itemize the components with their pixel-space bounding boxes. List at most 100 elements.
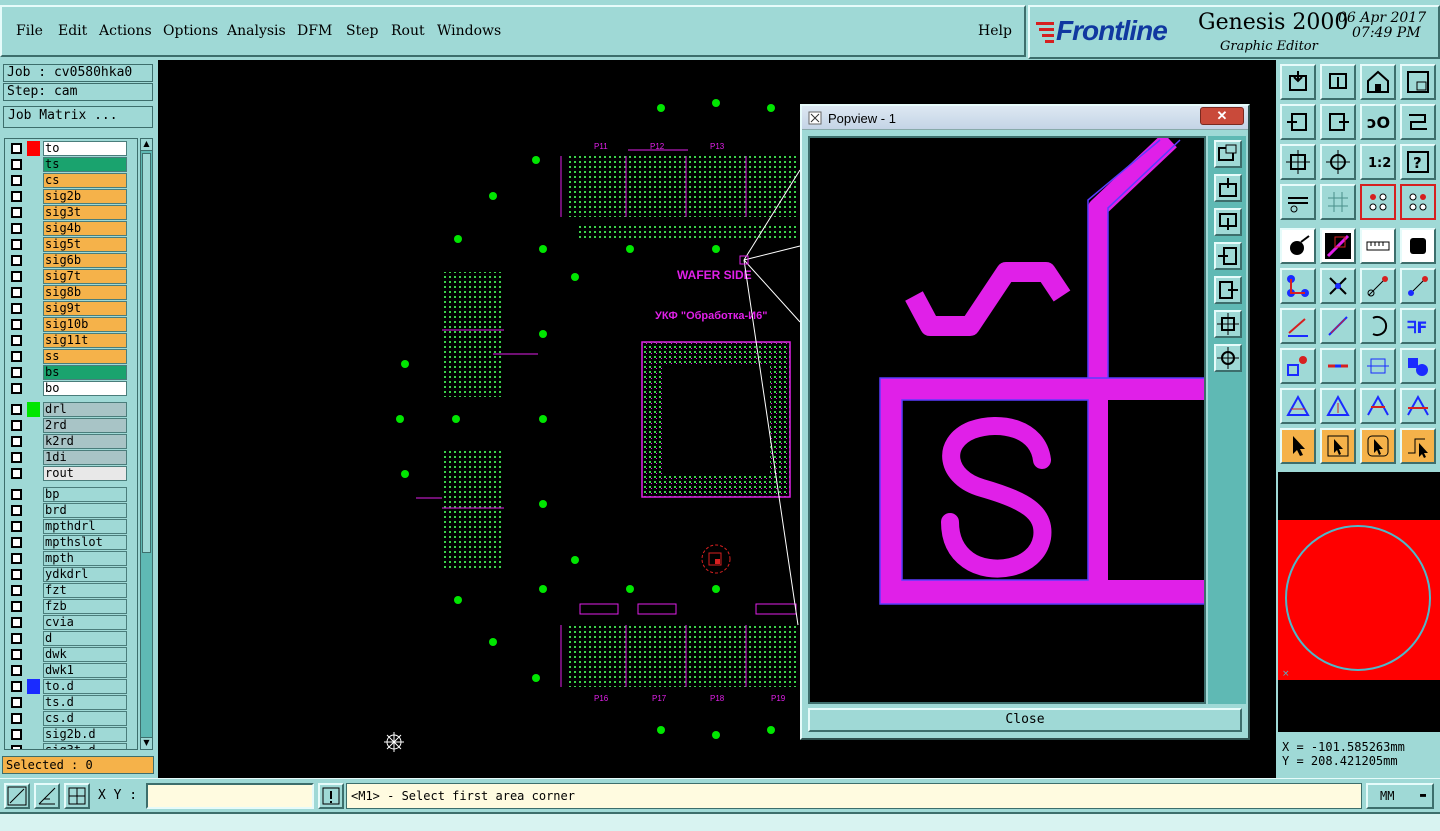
measure-ruler-icon[interactable] — [1360, 228, 1396, 264]
layer-name[interactable]: cs.d — [43, 711, 127, 726]
menu-analysis[interactable]: Analysis — [227, 23, 286, 39]
layer-name[interactable]: sig9t — [43, 301, 127, 316]
layer-row[interactable]: sig3t.d — [7, 743, 127, 749]
pointer-round-icon[interactable] — [1360, 428, 1396, 464]
layer-row[interactable]: d — [7, 631, 127, 646]
measure-mode-icon[interactable] — [34, 783, 60, 809]
layer-checkbox[interactable] — [11, 665, 22, 676]
layer-scrollbar[interactable]: ▲ ▼ — [140, 138, 153, 750]
scroll-up-icon[interactable]: ▲ — [141, 139, 152, 151]
layer-row[interactable]: 1di — [7, 450, 127, 465]
layer-row[interactable]: rout — [7, 466, 127, 481]
layer-name[interactable]: brd — [43, 503, 127, 518]
scroll-thumb[interactable] — [142, 153, 151, 553]
layer-name[interactable]: k2rd — [43, 434, 127, 449]
layer-row[interactable]: sig10b — [7, 317, 127, 332]
layer-name[interactable]: fzt — [43, 583, 127, 598]
layer-checkbox[interactable] — [11, 713, 22, 724]
pan-right-icon[interactable] — [1320, 104, 1356, 140]
menu-help[interactable]: Help — [978, 23, 1012, 39]
home-icon[interactable] — [1360, 64, 1396, 100]
layer-name[interactable]: fzb — [43, 599, 127, 614]
layer-checkbox[interactable] — [11, 255, 22, 266]
layer-checkbox[interactable] — [11, 697, 22, 708]
layer-name[interactable]: sig8b — [43, 285, 127, 300]
layer-row[interactable]: mpth — [7, 551, 127, 566]
layer-checkbox[interactable] — [11, 175, 22, 186]
layer-name[interactable]: sig6b — [43, 253, 127, 268]
layer-checkbox[interactable] — [11, 207, 22, 218]
popview-canvas[interactable] — [808, 136, 1206, 704]
layer-checkbox[interactable] — [11, 729, 22, 740]
layer-name[interactable]: sig11t — [43, 333, 127, 348]
layer-name[interactable]: ydkdrl — [43, 567, 127, 582]
menu-windows[interactable]: Windows — [437, 23, 501, 39]
layer-row[interactable]: drl — [7, 402, 127, 417]
add-line-icon[interactable] — [1320, 228, 1356, 264]
layer-checkbox[interactable] — [11, 521, 22, 532]
pv-zoom-fit-icon[interactable] — [1214, 140, 1242, 168]
window-fit-icon[interactable] — [1400, 64, 1436, 100]
layer-checkbox[interactable] — [11, 617, 22, 628]
layer-row[interactable]: mpthdrl — [7, 519, 127, 534]
layer-checkbox[interactable] — [11, 436, 22, 447]
layer-name[interactable]: bo — [43, 381, 127, 396]
pan-left-icon[interactable] — [1280, 104, 1316, 140]
layer-name[interactable]: mpthslot — [43, 535, 127, 550]
layer-name[interactable]: d — [43, 631, 127, 646]
layer-checkbox[interactable] — [11, 452, 22, 463]
grid-mode-icon[interactable] — [64, 783, 90, 809]
layer-checkbox[interactable] — [11, 159, 22, 170]
layer-checkbox[interactable] — [11, 745, 22, 749]
redraw-icon[interactable]: ↄO — [1360, 104, 1396, 140]
layer-row[interactable]: cs.d — [7, 711, 127, 726]
layer-checkbox[interactable] — [11, 569, 22, 580]
layer-checkbox[interactable] — [11, 601, 22, 612]
layer-name[interactable]: dwk — [43, 647, 127, 662]
pv-zoom-in-icon[interactable] — [1214, 208, 1242, 236]
move-point-icon[interactable] — [1360, 268, 1396, 304]
layer-row[interactable]: sig4b — [7, 221, 127, 236]
help-icon[interactable]: ? — [1400, 144, 1436, 180]
layer-row[interactable]: sig2b — [7, 189, 127, 204]
add-pad-icon[interactable] — [1280, 228, 1316, 264]
menu-step[interactable]: Step — [346, 23, 378, 39]
layer-row[interactable]: cvia — [7, 615, 127, 630]
layer-name[interactable]: drl — [43, 402, 127, 417]
layer-checkbox[interactable] — [11, 351, 22, 362]
snap-icon[interactable] — [1360, 184, 1396, 220]
layer-row[interactable]: cs — [7, 173, 127, 188]
layer-checkbox[interactable] — [11, 303, 22, 314]
drag-point-icon[interactable] — [1400, 268, 1436, 304]
layer-name[interactable]: sig3t — [43, 205, 127, 220]
pointer-route-icon[interactable] — [1400, 428, 1436, 464]
line-segment-icon[interactable] — [1320, 348, 1356, 384]
layer-row[interactable]: sig11t — [7, 333, 127, 348]
layer-name[interactable]: bp — [43, 487, 127, 502]
copy-shapes-icon[interactable] — [1400, 348, 1436, 384]
layer-row[interactable]: sig7t — [7, 269, 127, 284]
arc-icon[interactable] — [1360, 308, 1396, 344]
alert-icon[interactable] — [318, 783, 344, 809]
layer-checkbox[interactable] — [11, 585, 22, 596]
layer-name[interactable]: to.d — [43, 679, 127, 694]
layer-checkbox[interactable] — [11, 468, 22, 479]
job-matrix-button[interactable]: Job Matrix ... — [3, 106, 153, 128]
grid-icon[interactable] — [1320, 184, 1356, 220]
layer-name[interactable]: sig3t.d — [43, 743, 127, 749]
layer-name[interactable]: sig4b — [43, 221, 127, 236]
layer-checkbox[interactable] — [11, 319, 22, 330]
arch-red-icon[interactable] — [1400, 388, 1436, 424]
layer-row[interactable]: 2rd — [7, 418, 127, 433]
layer-checkbox[interactable] — [11, 271, 22, 282]
layer-checkbox[interactable] — [11, 239, 22, 250]
layer-checkbox[interactable] — [11, 681, 22, 692]
select-box-icon[interactable] — [1280, 348, 1316, 384]
zoom-center-icon[interactable] — [1320, 144, 1356, 180]
menu-rout[interactable]: Rout — [391, 23, 425, 39]
layer-name[interactable]: sig2b.d — [43, 727, 127, 742]
layer-checkbox[interactable] — [11, 191, 22, 202]
triangle-outline-icon[interactable] — [1320, 388, 1356, 424]
layer-checkbox[interactable] — [11, 553, 22, 564]
close-button[interactable]: Close — [808, 708, 1242, 732]
